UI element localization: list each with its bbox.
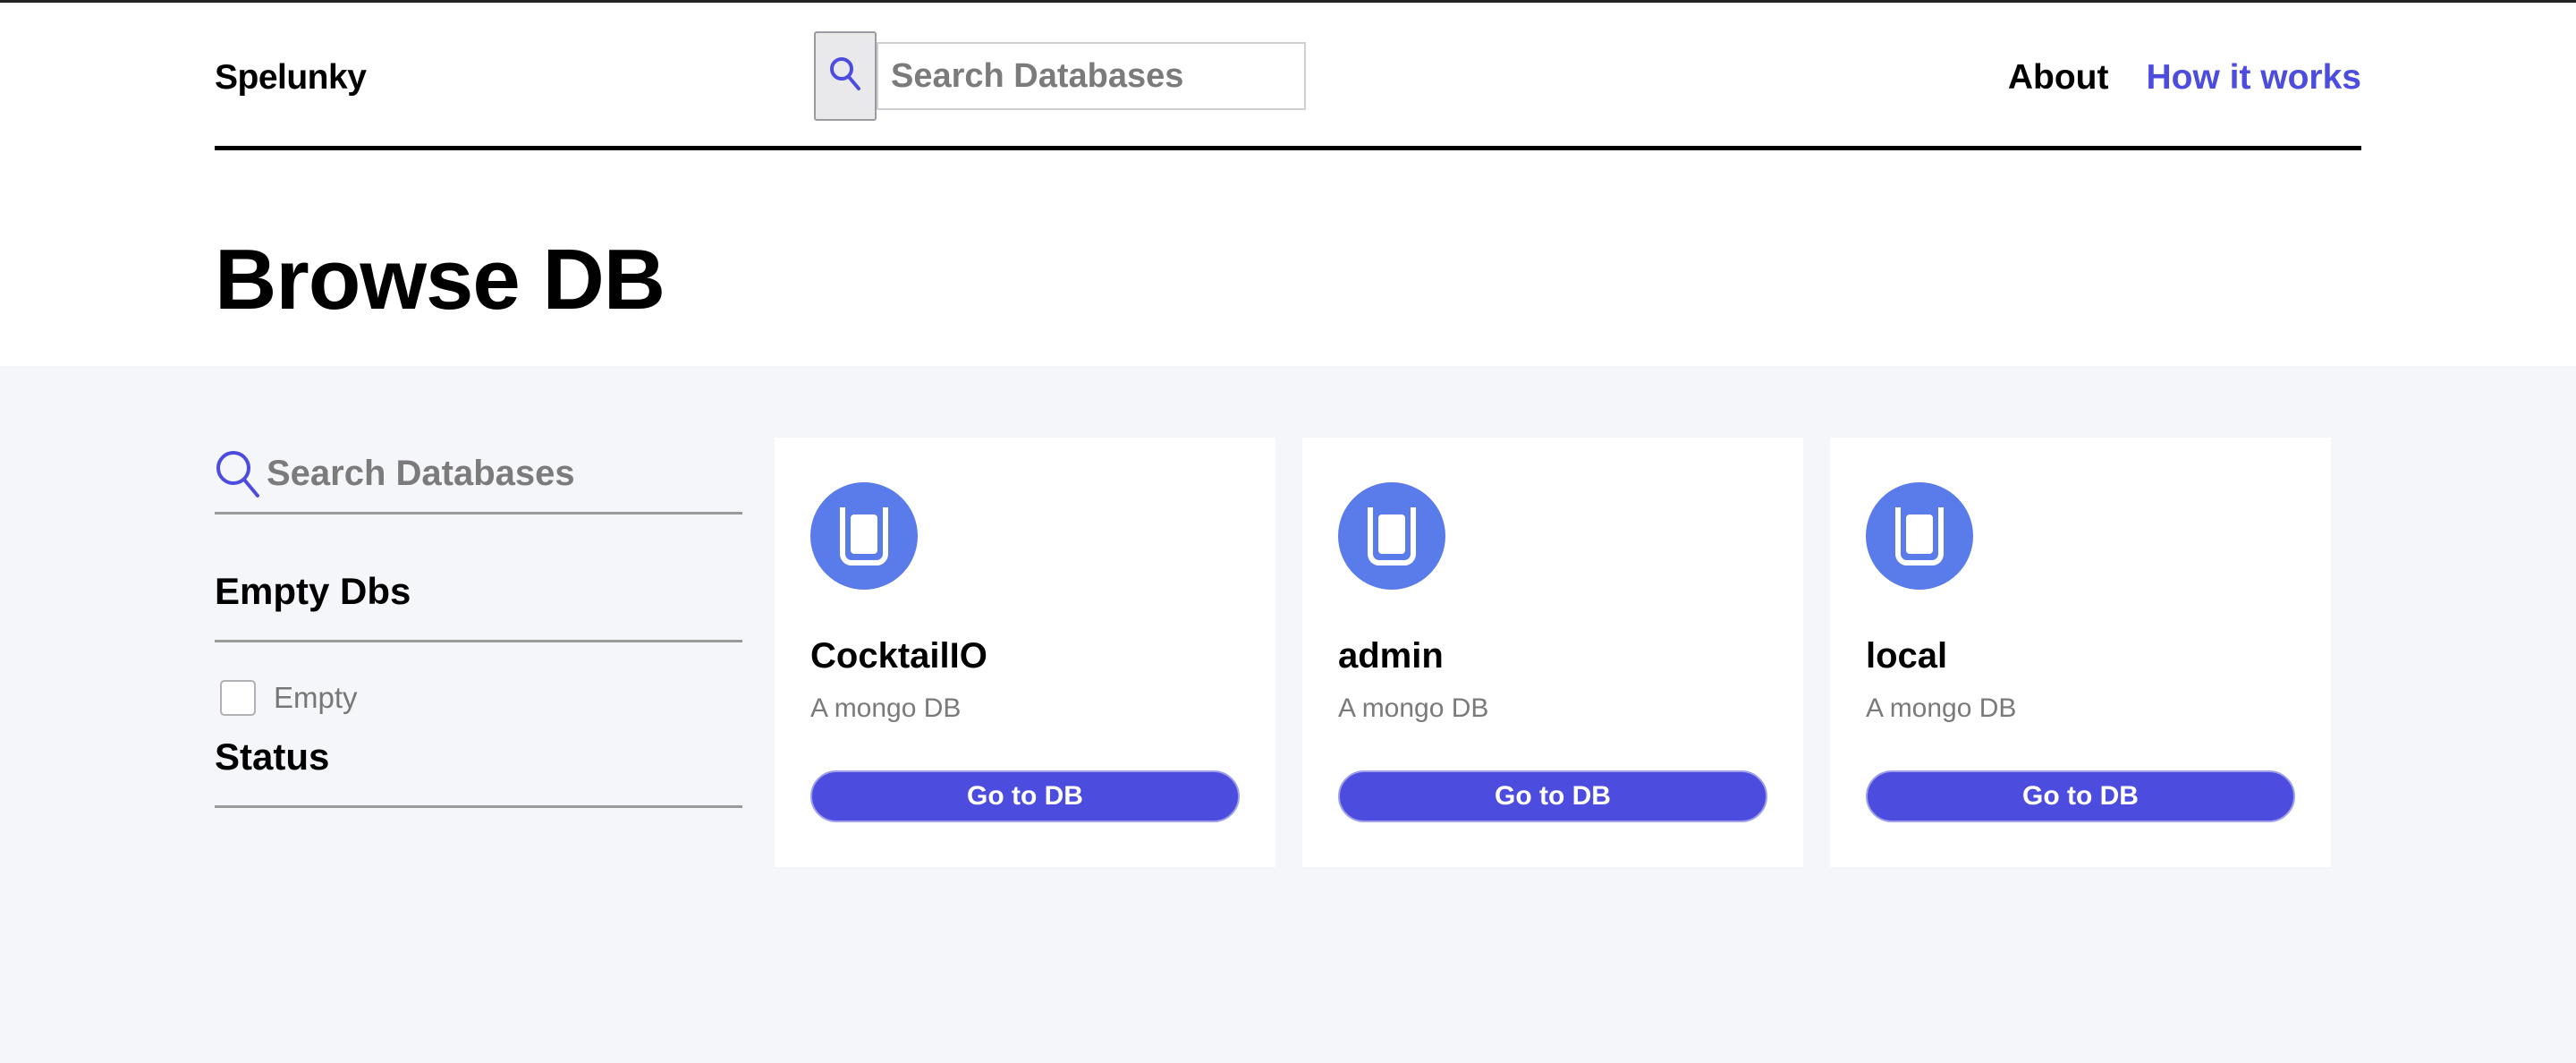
db-card-grid: CocktailIO A mongo DB Go to DB admin A m…	[775, 438, 2331, 867]
db-description: A mongo DB	[1338, 693, 1489, 723]
header-divider	[215, 146, 2361, 150]
filter-title-empty-dbs: Empty Dbs	[215, 514, 742, 642]
db-name: CocktailIO	[810, 636, 987, 676]
db-description: A mongo DB	[1866, 693, 2017, 723]
header-search-button[interactable]	[814, 31, 877, 121]
go-to-db-button[interactable]: Go to DB	[1338, 770, 1767, 822]
page-title: Browse DB	[215, 232, 665, 327]
sidebar-search	[215, 436, 745, 514]
search-icon	[828, 55, 862, 98]
db-card: CocktailIO A mongo DB Go to DB	[775, 438, 1275, 867]
empty-checkbox[interactable]	[220, 680, 256, 716]
db-description: A mongo DB	[810, 693, 962, 723]
filter-sidebar: Empty Dbs Empty Status	[215, 436, 745, 808]
go-to-db-button[interactable]: Go to DB	[1866, 770, 2295, 822]
nav-how-it-works-link[interactable]: How it works	[2146, 58, 2361, 98]
search-icon	[215, 447, 261, 501]
header-search-input[interactable]	[877, 42, 1306, 110]
empty-checkbox-label: Empty	[274, 681, 358, 714]
db-name: local	[1866, 636, 1948, 676]
header: Spelunky About How it works Browse DB	[0, 3, 2576, 363]
browse-content: Empty Dbs Empty Status CocktailIO A mong…	[0, 366, 2576, 1063]
db-card: local A mongo DB Go to DB	[1830, 438, 2331, 867]
database-icon	[810, 482, 918, 590]
go-to-db-button[interactable]: Go to DB	[810, 770, 1240, 822]
filter-title-status: Status	[215, 736, 742, 808]
db-card: admin A mongo DB Go to DB	[1302, 438, 1803, 867]
nav-about-link[interactable]: About	[2008, 58, 2109, 98]
sidebar-search-input[interactable]	[261, 454, 745, 494]
top-nav: About How it works	[2008, 58, 2361, 98]
brand-logo[interactable]: Spelunky	[215, 58, 367, 98]
database-icon	[1338, 482, 1445, 590]
db-name: admin	[1338, 636, 1444, 676]
database-icon	[1866, 482, 1973, 590]
